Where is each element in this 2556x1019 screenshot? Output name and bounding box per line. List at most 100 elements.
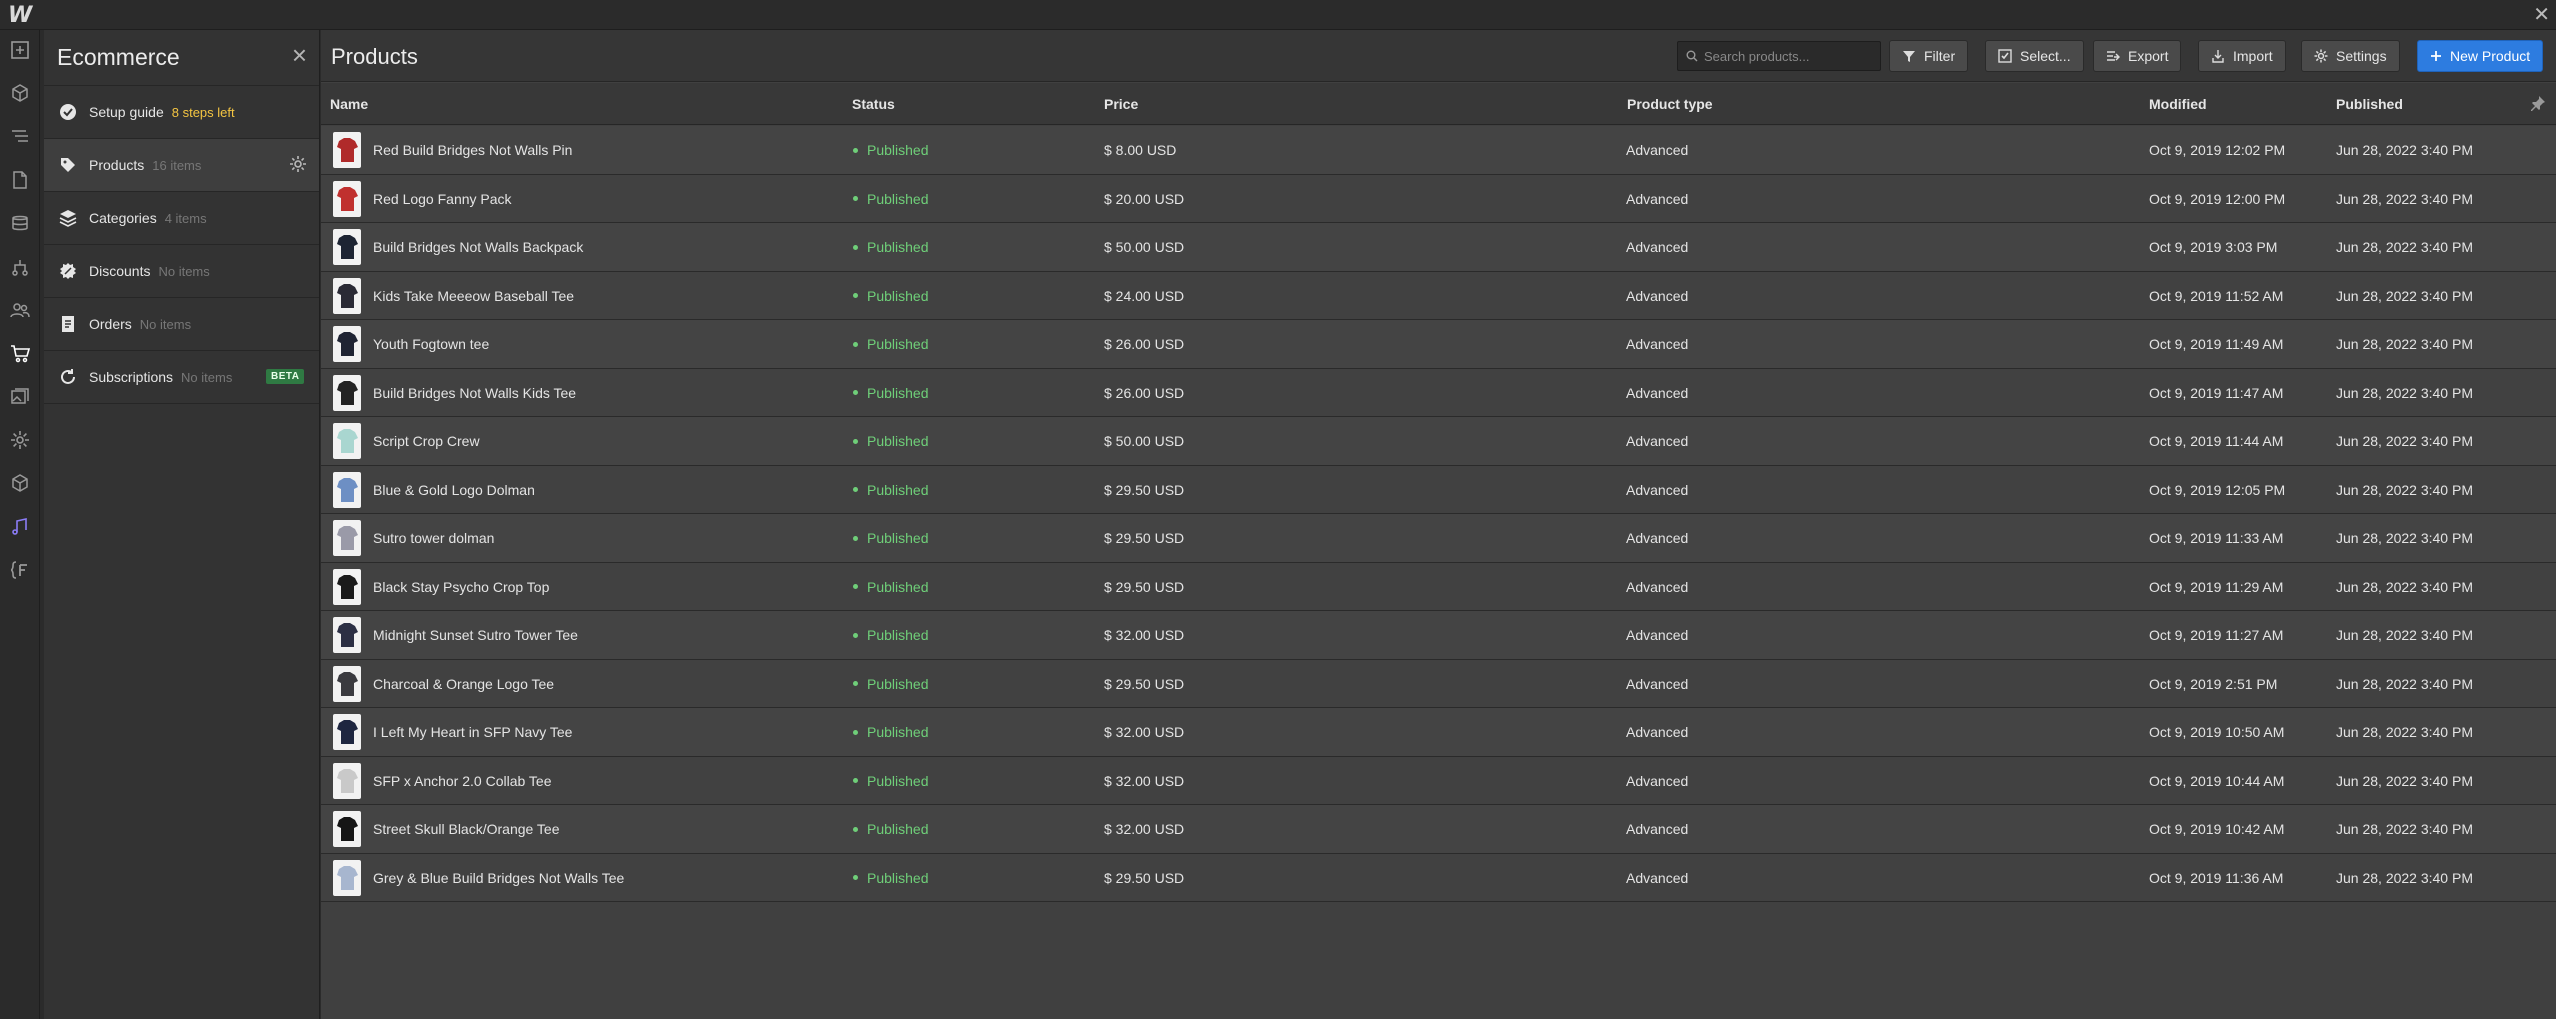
settings-button[interactable]: Settings [2301,40,2400,72]
assets-icon[interactable] [0,377,40,417]
button-label: Filter [1924,48,1956,64]
close-icon[interactable]: × [292,42,307,68]
steps-left-count: 8 steps left [171,104,235,120]
product-name[interactable]: Script Crop Crew [373,433,480,449]
status-badge: Published [853,385,929,401]
product-name[interactable]: Kids Take Meeeow Baseball Tee [373,288,574,304]
code-icon[interactable] [0,550,40,590]
cms-icon[interactable] [0,203,40,243]
product-name[interactable]: Grey & Blue Build Bridges Not Walls Tee [373,870,624,886]
column-header-price[interactable]: Price [1104,96,1138,112]
users-icon[interactable] [0,290,40,330]
modified-date: Oct 9, 2019 10:44 AM [2149,772,2285,789]
table-row[interactable]: Midnight Sunset Sutro Tower Tee Publishe… [321,611,2556,660]
item-count: No items [181,369,233,385]
table-row[interactable]: Build Bridges Not Walls Kids Tee Publish… [321,368,2556,417]
navigator-icon[interactable] [0,117,40,157]
table-row[interactable]: Red Logo Fanny Pack Published $ 20.00 US… [321,174,2556,223]
product-name[interactable]: Street Skull Black/Orange Tee [373,821,560,837]
table-row[interactable]: Blue & Gold Logo Dolman Published $ 29.5… [321,465,2556,514]
main-header: Products Filter Select... Export Import … [321,30,2556,82]
table-row[interactable]: Black Stay Psycho Crop Top Published $ 2… [321,562,2556,611]
audit-icon[interactable] [0,507,40,547]
table-row[interactable]: Kids Take Meeeow Baseball Tee Published … [321,271,2556,320]
page-title: Products [331,44,418,69]
product-name[interactable]: Black Stay Psycho Crop Top [373,579,549,595]
filter-button[interactable]: Filter [1889,40,1969,72]
settings-icon[interactable] [0,420,40,460]
nav-item-orders[interactable]: Orders No items [44,298,319,351]
column-header-name[interactable]: Name [330,96,368,112]
table-row[interactable]: Sutro tower dolman Published $ 29.50 USD… [321,514,2556,563]
product-thumbnail [333,423,361,459]
nav-item-subscriptions[interactable]: Subscriptions No items BETA [44,351,319,404]
product-price: $ 32.00 USD [1104,627,1185,643]
export-button[interactable]: Export [2093,40,2182,72]
product-name[interactable]: Build Bridges Not Walls Kids Tee [373,385,576,401]
add-icon[interactable] [0,30,40,70]
product-thumbnail [333,762,361,799]
table-row[interactable]: Script Crop Crew Published $ 50.00 USD A… [321,417,2556,466]
nav-label: Products [89,157,145,173]
thumb-shape [337,138,358,162]
column-header-published[interactable]: Published [2336,96,2403,112]
modified-date: Oct 9, 2019 11:52 AM [2149,287,2284,304]
column-header-product-type[interactable]: Product type [1627,96,1713,112]
product-name[interactable]: I Left My Heart in SFP Navy Tee [373,724,572,740]
webflow-logo[interactable]: W [8,3,32,28]
column-header-status[interactable]: Status [852,96,895,112]
pin-icon[interactable] [2530,95,2546,116]
search-box[interactable] [1677,41,1881,71]
product-price: $ 24.00 USD [1104,287,1185,304]
new-product-button[interactable]: New Product [2417,40,2544,72]
product-type: Advanced [1626,675,1689,692]
product-price: $ 20.00 USD [1104,190,1185,207]
close-icon[interactable]: ✕ [2533,2,2550,27]
column-header-modified[interactable]: Modified [2149,96,2207,112]
nav-item-setup-guide[interactable]: Setup guide 8 steps left [44,86,319,139]
published-date: Jun 28, 2022 3:40 PM [2336,675,2473,692]
product-thumbnail [333,617,361,653]
product-type: Advanced [1626,481,1689,498]
search-input[interactable] [1704,48,1874,64]
status-badge: Published [853,530,929,546]
nav-item-products[interactable]: Products 16 items [44,139,319,192]
product-name[interactable]: Build Bridges Not Walls Backpack [373,239,583,255]
nav-item-categories[interactable]: Categories 4 items [44,192,319,245]
table-row[interactable]: Grey & Blue Build Bridges Not Walls Tee … [321,853,2556,902]
nav-item-discounts[interactable]: Discounts No items [44,245,319,298]
plus-icon [2431,51,2441,61]
product-name[interactable]: SFP x Anchor 2.0 Collab Tee [373,773,551,789]
beta-badge: BETA [266,369,305,384]
product-name[interactable]: Sutro tower dolman [373,530,494,546]
product-thumbnail [333,229,361,265]
product-name[interactable]: Midnight Sunset Sutro Tower Tee [373,627,578,643]
table-row[interactable]: I Left My Heart in SFP Navy Tee Publishe… [321,708,2556,757]
product-price: $ 8.00 USD [1104,142,1177,158]
ecommerce-icon[interactable] [0,333,40,373]
product-name[interactable]: Charcoal & Orange Logo Tee [373,676,554,692]
pages-icon[interactable] [0,160,40,200]
top-bar: W ✕ [0,0,2556,30]
product-name[interactable]: Blue & Gold Logo Dolman [373,482,535,498]
product-name[interactable]: Red Build Bridges Not Walls Pin [373,142,572,158]
apps-icon[interactable] [0,463,40,503]
gear-icon[interactable] [289,155,307,178]
product-type: Advanced [1626,336,1689,352]
cube-icon[interactable] [0,73,40,113]
table-row[interactable]: SFP x Anchor 2.0 Collab Tee Published $ … [321,756,2556,805]
table-row[interactable]: Street Skull Black/Orange Tee Published … [321,805,2556,854]
logic-icon[interactable] [0,247,40,287]
product-name[interactable]: Red Logo Fanny Pack [373,191,512,207]
product-name[interactable]: Youth Fogtown tee [373,336,489,352]
import-button[interactable]: Import [2198,40,2286,72]
product-type: Advanced [1626,287,1689,304]
product-thumbnail [333,326,361,362]
modified-date: Oct 9, 2019 12:05 PM [2149,481,2286,498]
table-row[interactable]: Youth Fogtown tee Published $ 26.00 USD … [321,320,2556,369]
table-row[interactable]: Red Build Bridges Not Walls Pin Publishe… [321,126,2556,175]
select-button[interactable]: Select... [1985,40,2084,72]
product-type: Advanced [1626,433,1689,449]
table-row[interactable]: Build Bridges Not Walls Backpack Publish… [321,223,2556,272]
table-row[interactable]: Charcoal & Orange Logo Tee Published $ 2… [321,659,2556,708]
